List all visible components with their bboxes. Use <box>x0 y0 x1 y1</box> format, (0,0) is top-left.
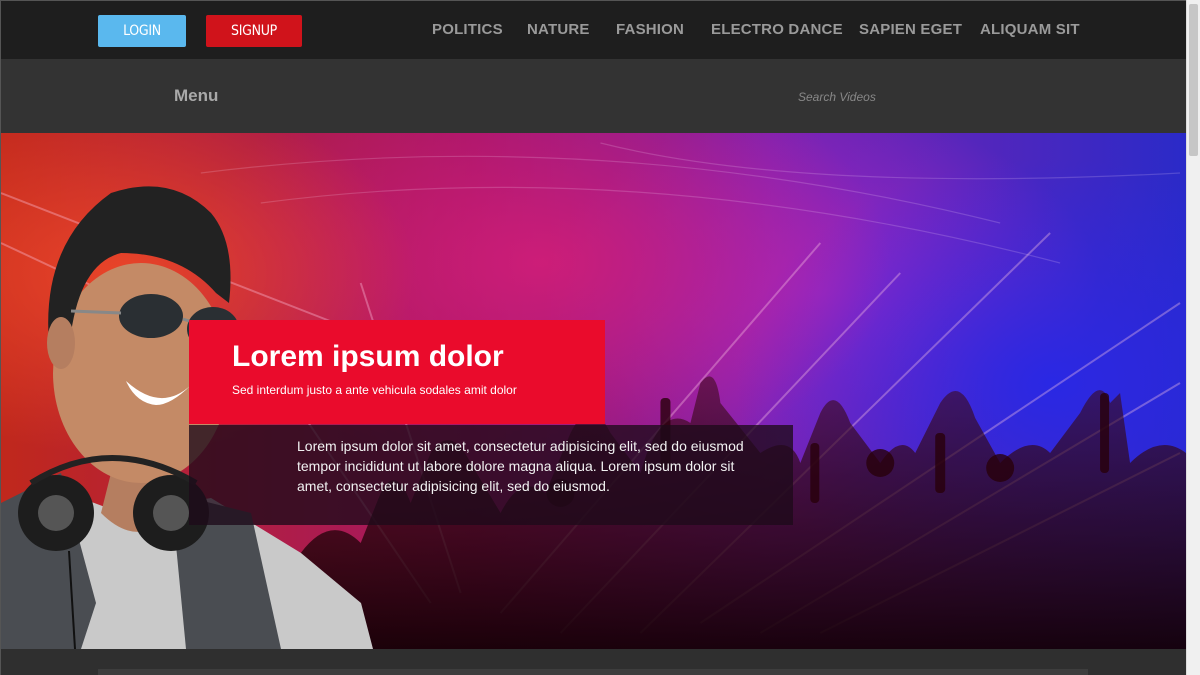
menu-bar: Menu <box>0 59 1186 133</box>
hero-title: Lorem ipsum dolor <box>232 340 504 373</box>
nav-item-electro-dance[interactable]: ELECTRO DANCE <box>711 21 843 38</box>
hero-banner: Lorem ipsum dolor Sed interdum justo a a… <box>0 133 1186 649</box>
nav-item-politics[interactable]: POLITICS <box>432 21 503 38</box>
main-nav: POLITICS NATURE FASHION ELECTRO DANCE SA… <box>1 1 1186 60</box>
hero-description: Lorem ipsum dolor sit amet, consectetur … <box>297 438 744 494</box>
hero-description-box: Lorem ipsum dolor sit amet, consectetur … <box>189 425 793 525</box>
content-divider <box>98 669 1088 675</box>
content-strip <box>0 649 1186 675</box>
hero-subtitle: Sed interdum justo a ante vehicula sodal… <box>232 383 517 397</box>
menu-toggle[interactable]: Menu <box>174 86 218 106</box>
scroll-thumb[interactable] <box>1189 4 1198 156</box>
nav-item-aliquam-sit[interactable]: ALIQUAM SIT <box>980 21 1080 38</box>
top-bar: LOGIN SIGNUP POLITICS NATURE FASHION ELE… <box>0 0 1186 59</box>
nav-item-nature[interactable]: NATURE <box>527 21 590 38</box>
hero-title-box: Lorem ipsum dolor Sed interdum justo a a… <box>189 320 605 424</box>
search-input[interactable] <box>798 87 998 107</box>
nav-item-fashion[interactable]: FASHION <box>616 21 684 38</box>
page-scrollbar[interactable] <box>1186 0 1200 675</box>
nav-item-sapien-eget[interactable]: SAPIEN EGET <box>859 21 962 38</box>
